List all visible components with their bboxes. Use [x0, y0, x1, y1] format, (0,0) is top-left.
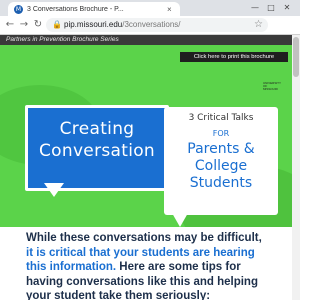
university-logo: UNIVERSITY OF MISSOURI: [262, 80, 281, 92]
url-text: pip.missouri.edu/3conversations/: [64, 20, 181, 29]
maximize-icon[interactable]: □: [266, 3, 276, 13]
close-window-icon[interactable]: ✕: [282, 3, 292, 13]
hero-title: Creating Conversation: [39, 119, 155, 161]
subtitle-line-2: FOR: [212, 129, 230, 138]
series-label: Partners in Prevention Brochure Series: [6, 36, 119, 43]
url-path: /3conversations/: [122, 20, 181, 29]
favicon-icon: M: [14, 4, 23, 14]
title-speech-bubble: Creating Conversation: [25, 105, 169, 191]
series-bar: Partners in Prevention Brochure Series: [0, 35, 292, 45]
tab-strip: M 3 Conversations Brochure - P... × — □ …: [0, 0, 300, 16]
subtitle-line-3: Parents & College Students: [187, 141, 255, 191]
url-host: pip.missouri.edu: [64, 20, 123, 29]
speech-bubble-tail: [44, 183, 64, 197]
browser-toolbar: ← → ↻ 🔒 pip.missouri.edu/3conversations/…: [0, 16, 300, 35]
intro-text-start: While these conversations may be difficu…: [26, 232, 262, 244]
lock-icon: 🔒: [52, 20, 62, 29]
scrollbar[interactable]: [292, 35, 300, 300]
intro-paragraph: While these conversations may be difficu…: [26, 231, 268, 300]
logo-text: UNIVERSITY OF MISSOURI: [263, 80, 281, 92]
browser-tab[interactable]: M 3 Conversations Brochure - P... ×: [8, 2, 180, 16]
back-icon[interactable]: ←: [4, 19, 16, 31]
tab-title: 3 Conversations Brochure - P...: [27, 5, 124, 13]
scrollbar-thumb[interactable]: [293, 37, 299, 77]
hero-banner: Click here to print this brochure UNIVER…: [0, 45, 292, 227]
forward-icon[interactable]: →: [18, 19, 30, 31]
subtitle-line-1: 3 Critical Talks: [188, 113, 254, 123]
print-brochure-button[interactable]: Click here to print this brochure: [180, 52, 288, 62]
minimize-icon[interactable]: —: [250, 3, 260, 13]
speech-bubble-tail: [172, 213, 188, 227]
tab-close-icon[interactable]: ×: [167, 5, 172, 14]
address-bar[interactable]: 🔒 pip.missouri.edu/3conversations/ ☆: [46, 18, 268, 32]
page-content: Partners in Prevention Brochure Series C…: [0, 35, 292, 300]
reload-icon[interactable]: ↻: [32, 19, 44, 31]
bookmark-star-icon[interactable]: ☆: [254, 19, 263, 30]
subtitle-speech-bubble: 3 Critical Talks FOR Parents & College S…: [164, 107, 278, 215]
